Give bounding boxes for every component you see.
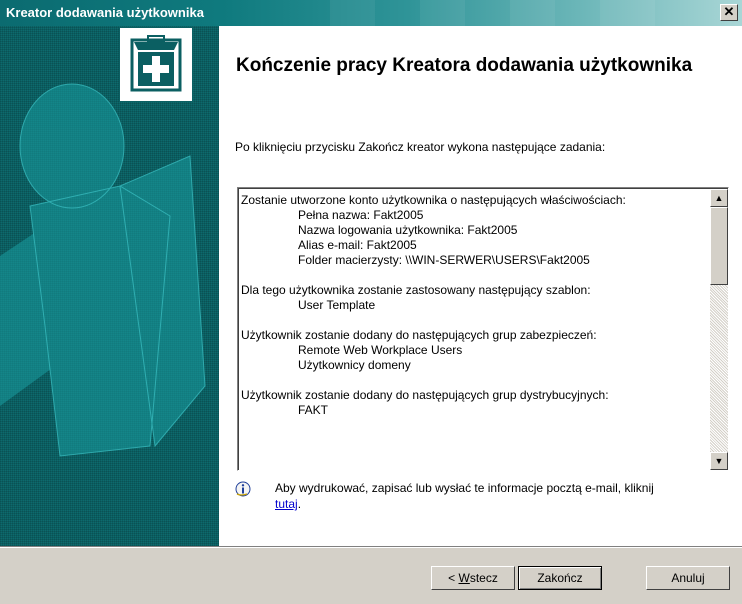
summary-line: Alias e-mail: Fakt2005 [298,238,417,252]
scrollbar-thumb[interactable] [710,207,728,285]
arrow-up-icon: ▲ [714,193,724,203]
back-button-prefix: < [448,571,459,585]
summary-line: Zostanie utworzone konto użytkownika o n… [241,193,626,207]
finish-button-label: Zakończ [537,571,583,585]
back-button[interactable]: < Wstecz [431,566,515,590]
info-icon [235,481,251,497]
user-silhouette-icon [0,83,206,457]
summary-blank-line [241,313,709,328]
cancel-button[interactable]: Anuluj [646,566,730,590]
back-button-mnemonic: W [458,571,470,585]
summary-line: Użytkownik zostanie dodany do następując… [241,388,609,402]
footer-divider-highlight [0,547,742,548]
summary-line: User Template [298,298,376,312]
first-aid-box-icon [130,35,182,92]
summary-line: Folder macierzysty: \\WIN-SERWER\USERS\F… [298,253,590,267]
summary-line: Nazwa logowania użytkownika: Fakt2005 [298,223,518,237]
summary-line: Użytkownicy domeny [298,358,411,372]
summary-line: Użytkownik zostanie dodany do następując… [241,328,597,342]
wizard-content: Kończenie pracy Kreatora dodawania użytk… [219,26,742,546]
wizard-sidebar-graphic [0,26,219,546]
back-button-label: stecz [469,571,498,585]
info-suffix: . [297,497,302,511]
title-bar[interactable]: Kreator dodawania użytkownika ✕ [0,0,742,26]
wizard-window: Kreator dodawania użytkownika ✕ Kończeni… [0,0,742,604]
cancel-button-label: Anuluj [671,571,705,585]
summary-line: Remote Web Workplace Users [298,343,463,357]
close-icon: ✕ [723,4,735,19]
finish-button[interactable]: Zakończ [518,566,602,590]
title-bar-stripe [510,0,555,26]
vertical-scrollbar[interactable]: ▲ ▼ [710,189,728,470]
summary-text: Zostanie utworzone konto użytkownika o n… [241,193,709,418]
window-title: Kreator dodawania użytkownika [6,5,204,20]
title-bar-stripe [600,0,655,26]
summary-list-frame: Zostanie utworzone konto użytkownika o n… [238,188,728,470]
info-message: Aby wydrukować, zapisać lub wysłać te in… [275,481,654,495]
arrow-down-icon: ▼ [714,456,724,466]
title-bar-stripe [420,0,465,26]
print-info-link[interactable]: tutaj [275,497,298,511]
summary-list[interactable]: Zostanie utworzone konto użytkownika o n… [237,187,729,471]
info-text: Aby wydrukować, zapisać lub wysłać te in… [275,480,735,512]
title-bar-stripe [330,0,375,26]
summary-blank-line [241,373,709,388]
scroll-up-button[interactable]: ▲ [710,189,728,207]
summary-line: Pełna nazwa: Fakt2005 [298,208,424,222]
page-title: Kończenie pracy Kreatora dodawania użytk… [236,55,693,76]
intro-text: Po kliknięciu przycisku Zakończ kreator … [235,140,606,154]
close-button[interactable]: ✕ [720,4,738,21]
wizard-header-icon [119,27,193,102]
summary-blank-line [241,268,709,283]
summary-line: Dla tego użytkownika zostanie zastosowan… [241,283,591,297]
scroll-down-button[interactable]: ▼ [710,452,728,470]
summary-line: FAKT [298,403,329,417]
